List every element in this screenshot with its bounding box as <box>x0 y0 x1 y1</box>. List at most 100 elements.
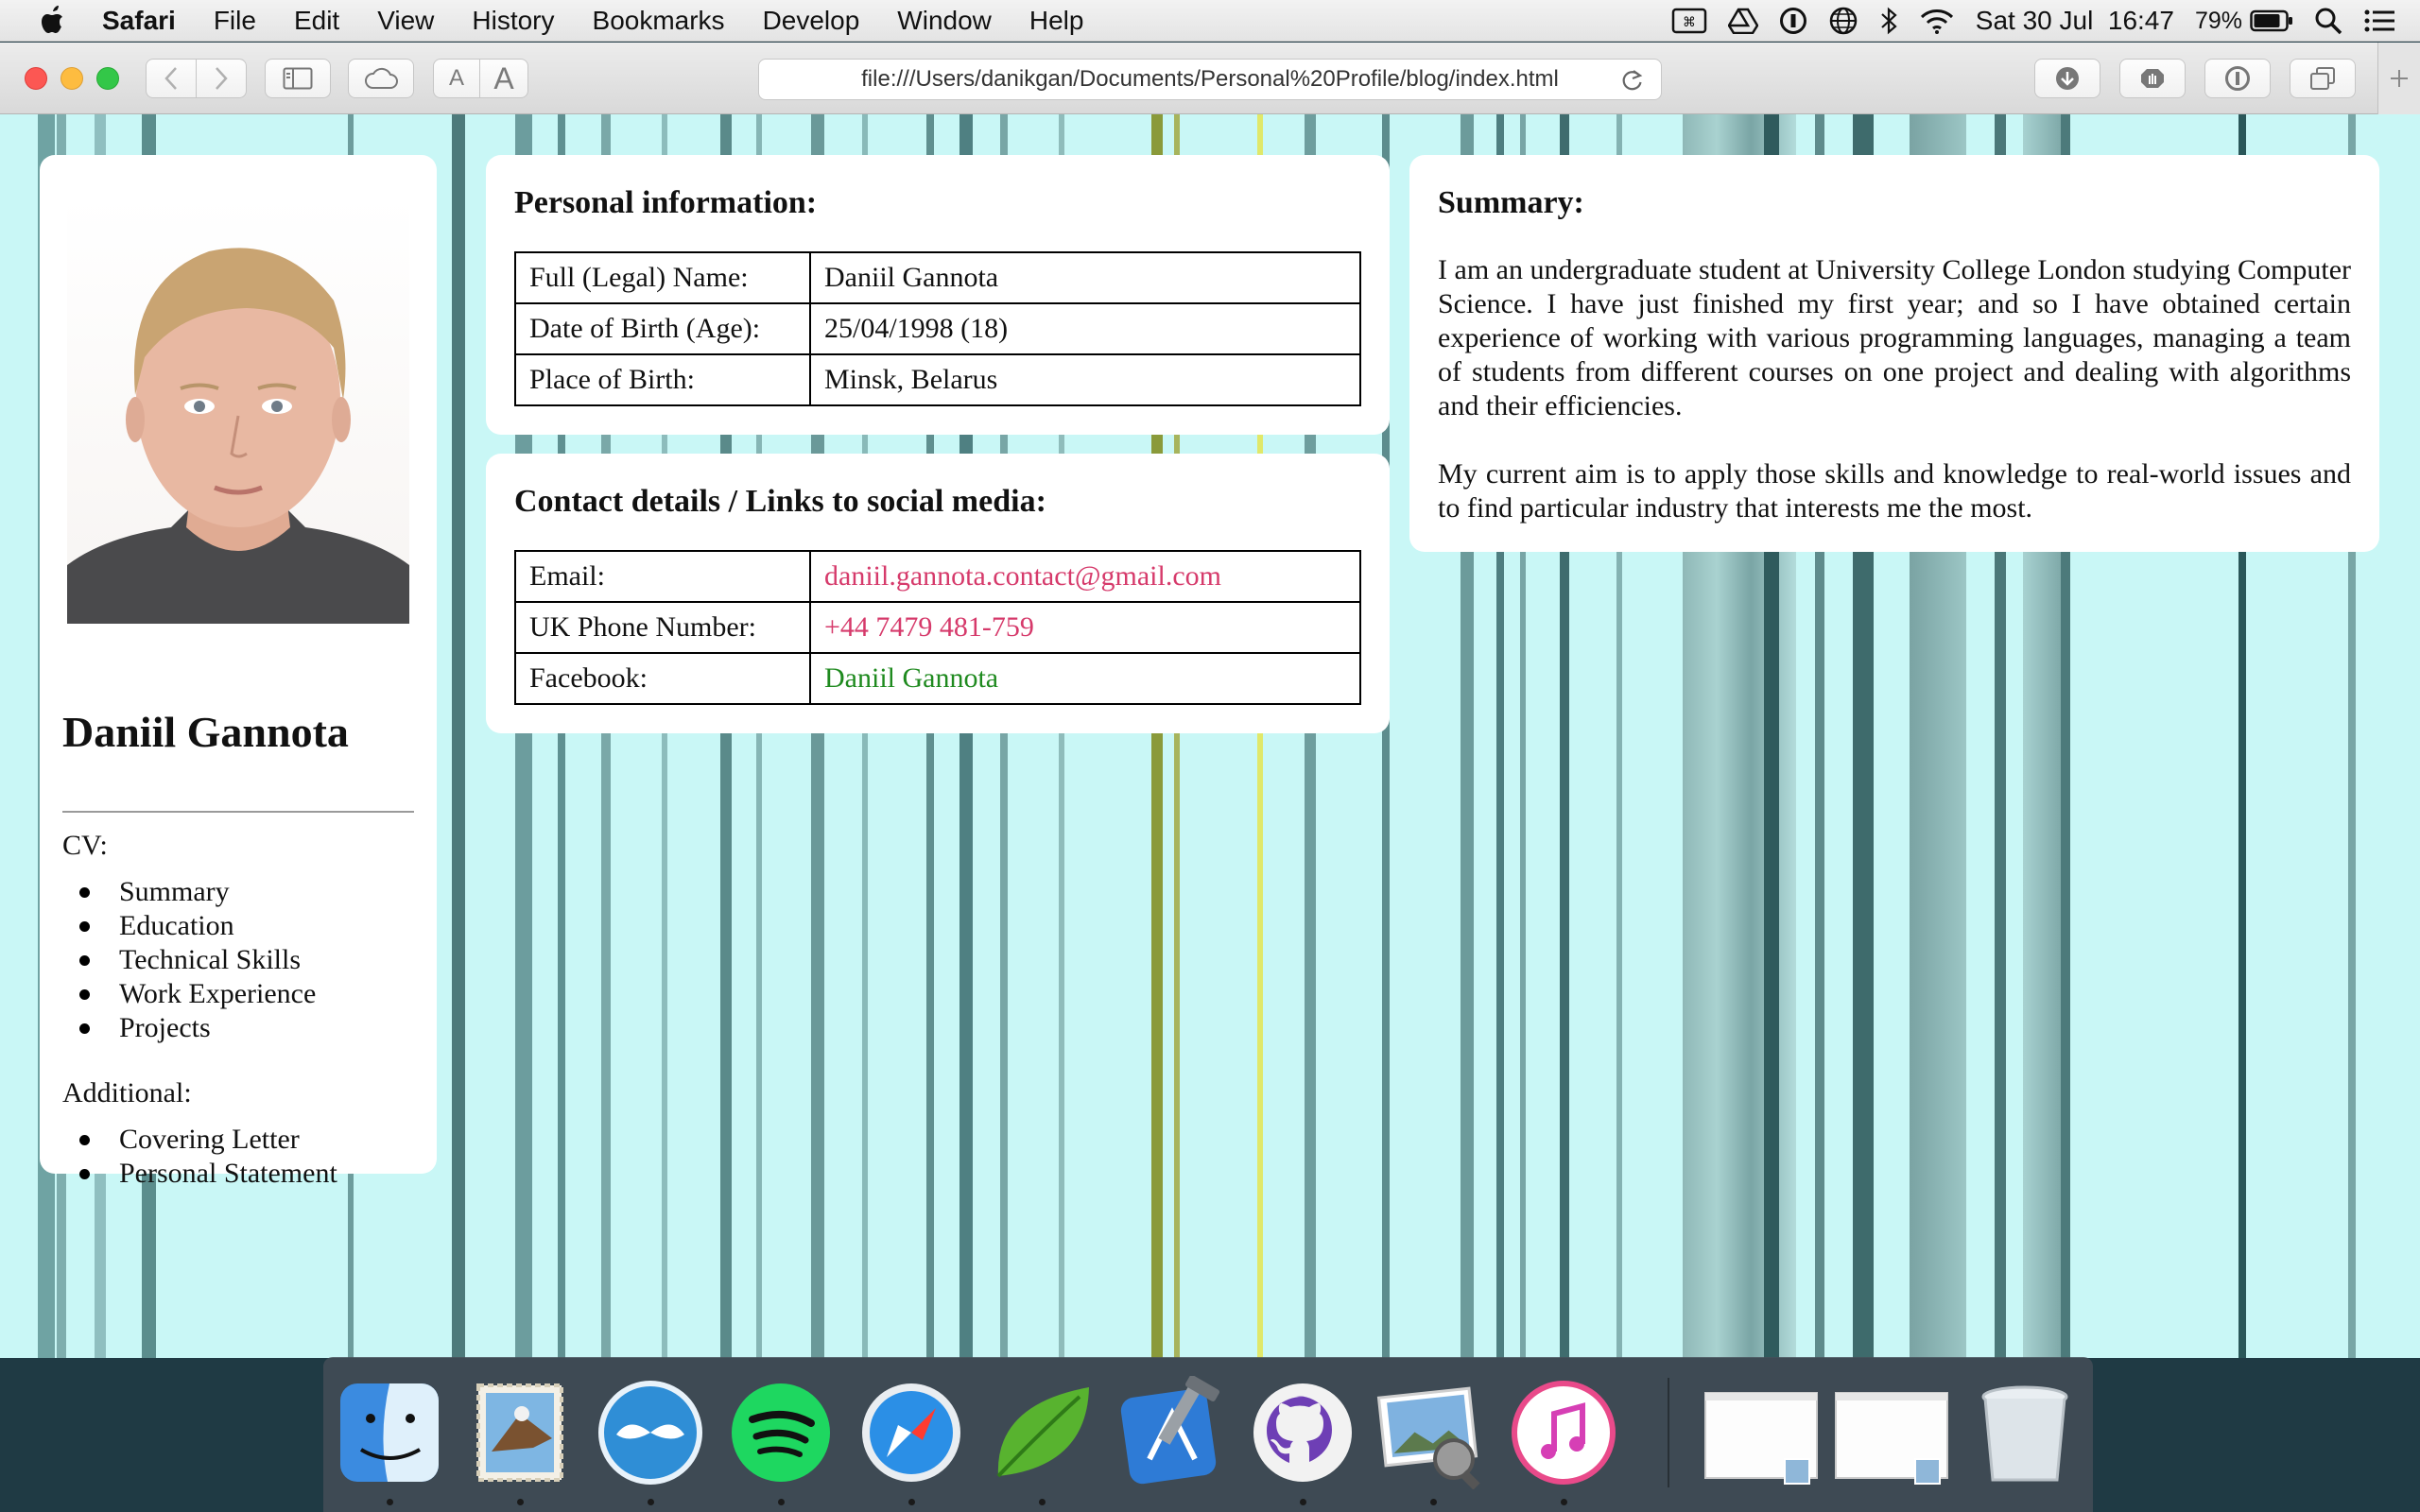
spotify-icon[interactable] <box>724 1376 838 1489</box>
onepassword-toolbar-icon <box>2225 66 2250 91</box>
github-desktop-icon[interactable] <box>1246 1376 1359 1489</box>
running-indicator <box>778 1499 785 1505</box>
adblock-button[interactable] <box>2119 59 2186 98</box>
font-smaller-button[interactable]: A <box>433 59 480 98</box>
running-indicator <box>387 1499 393 1505</box>
coda-leaf-icon[interactable] <box>985 1376 1098 1489</box>
table-row: Date of Birth (Age): 25/04/1998 (18) <box>514 302 1361 355</box>
address-url[interactable]: file:///Users/danikgan/Documents/Persona… <box>861 66 1559 93</box>
contact-card: Contact details / Links to social media:… <box>486 454 1390 733</box>
font-larger-button[interactable]: A <box>479 59 528 98</box>
personal-info-card: Personal information: Full (Legal) Name:… <box>486 155 1390 435</box>
menu-app-safari[interactable]: Safari <box>102 6 176 36</box>
email-link[interactable]: daniil.gannota.contact@gmail.com <box>809 550 1361 603</box>
menu-bar: Safari File Edit View History Bookmarks … <box>0 0 2420 42</box>
running-indicator <box>648 1499 654 1505</box>
onepassword-icon[interactable] <box>1779 7 1807 35</box>
row-label: Facebook: <box>514 652 811 705</box>
divider <box>62 811 414 813</box>
keyboard-command-icon[interactable]: ⌘ <box>1671 7 1707 35</box>
nav-link-education[interactable]: Education <box>78 909 316 943</box>
sidebar-icon <box>283 67 313 90</box>
spotlight-search-icon[interactable] <box>2314 7 2342 35</box>
close-window-button[interactable] <box>25 67 47 90</box>
row-value: Minsk, Belarus <box>809 353 1361 406</box>
clock-text[interactable]: Sat 30 Jul 16:47 <box>1976 6 2174 36</box>
tab-overview-button[interactable] <box>2290 59 2356 98</box>
xcode-icon[interactable] <box>1115 1375 1229 1489</box>
row-label: UK Phone Number: <box>514 601 811 654</box>
contact-table: Email: daniil.gannota.contact@gmail.com … <box>514 550 1361 705</box>
table-row: Place of Birth: Minsk, Belarus <box>514 353 1361 406</box>
back-button[interactable] <box>146 59 197 98</box>
running-indicator <box>517 1499 524 1505</box>
mustache-app-icon[interactable] <box>594 1376 707 1489</box>
preview-icon[interactable] <box>1376 1376 1490 1490</box>
nav-link-projects[interactable]: Projects <box>78 1011 316 1045</box>
icloud-tabs-button[interactable] <box>348 59 414 98</box>
running-indicator <box>1561 1499 1567 1505</box>
address-bar[interactable]: file:///Users/danikgan/Documents/Persona… <box>758 59 1662 100</box>
apple-logo-icon[interactable] <box>38 5 70 37</box>
trash-icon[interactable] <box>1968 1376 2082 1489</box>
plus-icon <box>2391 70 2408 87</box>
profile-photo <box>67 197 409 624</box>
itunes-icon[interactable] <box>1507 1376 1620 1489</box>
notification-center-icon[interactable] <box>2363 8 2395 34</box>
menu-edit[interactable]: Edit <box>294 6 339 36</box>
menu-bookmarks[interactable]: Bookmarks <box>593 6 725 36</box>
row-label: Full (Legal) Name: <box>514 251 811 304</box>
forward-button[interactable] <box>196 59 247 98</box>
battery-percent[interactable]: 79% <box>2195 8 2242 35</box>
globe-icon[interactable] <box>1828 6 1858 36</box>
hand-stop-icon <box>2141 69 2164 88</box>
summary-paragraph-1: I am an undergraduate student at Univers… <box>1438 254 2351 421</box>
dock <box>323 1357 2093 1512</box>
minimized-window-2[interactable] <box>1832 1376 1948 1489</box>
password-manager-button[interactable] <box>2204 59 2271 98</box>
new-tab-button[interactable] <box>2377 43 2420 114</box>
downloads-button[interactable] <box>2034 59 2100 98</box>
wifi-icon[interactable] <box>1919 7 1955 35</box>
menu-view[interactable]: View <box>377 6 434 36</box>
nav-link-technical-skills[interactable]: Technical Skills <box>78 943 316 977</box>
additional-heading: Additional: <box>62 1077 192 1108</box>
nav-link-covering-letter[interactable]: Covering Letter <box>79 1123 337 1157</box>
svg-text:⌘: ⌘ <box>1683 15 1696 30</box>
finder-icon[interactable] <box>333 1376 446 1489</box>
menu-history[interactable]: History <box>472 6 554 36</box>
reload-icon[interactable] <box>1619 67 1644 94</box>
row-value: 25/04/1998 (18) <box>809 302 1361 355</box>
row-value: Daniil Gannota <box>809 251 1361 304</box>
nav-link-summary[interactable]: Summary <box>78 875 316 909</box>
nav-link-personal-statement[interactable]: Personal Statement <box>79 1157 337 1191</box>
menu-help[interactable]: Help <box>1029 6 1084 36</box>
table-row: UK Phone Number: +44 7479 481-759 <box>514 601 1361 654</box>
menu-file[interactable]: File <box>214 6 256 36</box>
menu-window[interactable]: Window <box>897 6 992 36</box>
minimize-window-button[interactable] <box>60 67 83 90</box>
phone-link[interactable]: +44 7479 481-759 <box>809 601 1361 654</box>
personal-info-table: Full (Legal) Name: Daniil Gannota Date o… <box>514 251 1361 406</box>
facebook-link[interactable]: Daniil Gannota <box>809 652 1361 705</box>
sidebar-toggle-button[interactable] <box>265 59 331 98</box>
battery-icon[interactable] <box>2250 9 2293 32</box>
profile-card: Daniil Gannota CV: Summary Education Tec… <box>40 155 437 1189</box>
cloud-icon <box>365 67 398 89</box>
safari-icon[interactable] <box>855 1376 968 1489</box>
minimized-window-1[interactable] <box>1702 1376 1818 1489</box>
nav-link-work-experience[interactable]: Work Experience <box>78 977 316 1011</box>
mail-icon[interactable] <box>463 1376 577 1489</box>
menu-develop[interactable]: Develop <box>763 6 860 36</box>
running-indicator <box>1300 1499 1306 1505</box>
zoom-window-button[interactable] <box>96 67 119 90</box>
contact-title: Contact details / Links to social media: <box>514 484 1046 519</box>
google-drive-icon[interactable] <box>1727 8 1758 34</box>
row-label: Date of Birth (Age): <box>514 302 811 355</box>
profile-name: Daniil Gannota <box>62 708 349 756</box>
chevron-right-icon <box>216 67 228 90</box>
cv-heading: CV: <box>62 830 108 861</box>
bluetooth-icon[interactable] <box>1879 7 1898 35</box>
summary-title: Summary: <box>1438 185 1584 220</box>
menu-extras: ⌘ Sat 30 Jul 16:47 79% <box>1651 0 2395 42</box>
